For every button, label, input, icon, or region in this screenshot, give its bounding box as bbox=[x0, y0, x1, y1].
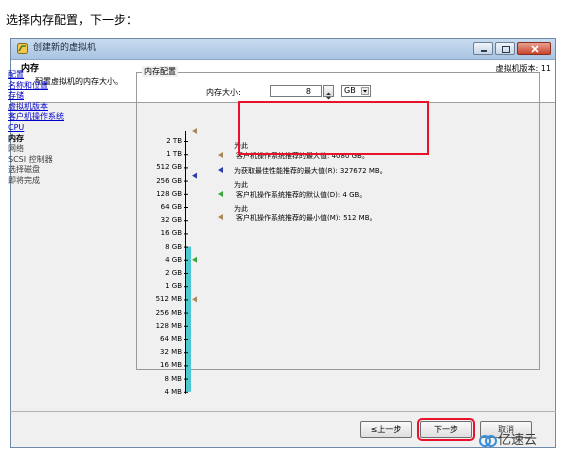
chevron-down-icon bbox=[361, 87, 369, 95]
close-button[interactable] bbox=[517, 42, 551, 55]
title-bar: 创建新的虚拟机 bbox=[11, 39, 555, 60]
maximize-button[interactable] bbox=[495, 42, 515, 55]
watermark-text: 亿速云 bbox=[498, 433, 538, 448]
step-guest-os[interactable]: 客户机操作系统 bbox=[8, 112, 128, 123]
window-title: 创建新的虚拟机 bbox=[33, 43, 97, 53]
scale-label: 1 TB bbox=[166, 150, 182, 159]
maximize-icon bbox=[502, 46, 510, 53]
scale-label: 64 GB bbox=[160, 203, 182, 211]
scale-label: 2 TB bbox=[166, 137, 182, 145]
close-icon bbox=[531, 45, 539, 53]
scale-label: 256 MB bbox=[155, 308, 182, 317]
step-config[interactable]: 配置 bbox=[8, 70, 128, 81]
minimize-icon bbox=[481, 50, 487, 52]
instruction-caption: 选择内存配置，下一步： bbox=[6, 13, 139, 27]
scale-label: 2 GB bbox=[165, 269, 182, 277]
scale-label: 512 GB bbox=[156, 163, 182, 172]
step-vm-version[interactable]: 虚拟机版本 bbox=[8, 102, 128, 113]
back-button[interactable]: ≤上一步 bbox=[360, 421, 412, 438]
scale-label: 32 GB bbox=[160, 216, 182, 225]
memory-unit-value: GB bbox=[344, 86, 356, 95]
min-line1: 为此 bbox=[234, 205, 248, 213]
step-memory: 内存 bbox=[8, 133, 24, 143]
scale-label: 4 GB bbox=[165, 255, 182, 264]
step-cpu[interactable]: CPU bbox=[8, 123, 128, 134]
step-storage[interactable]: 存储 bbox=[8, 91, 128, 102]
next-button[interactable]: 下一步 bbox=[417, 418, 475, 441]
step-select-disk: 选择磁盘 bbox=[8, 165, 40, 175]
step-scsi-controller: SCSI 控制器 bbox=[8, 154, 53, 164]
step-name-location[interactable]: 名称和位置 bbox=[8, 81, 128, 92]
scale-label: 8 GB bbox=[165, 242, 182, 251]
step-network: 网络 bbox=[8, 144, 24, 154]
max-performance-info: 为获取最佳性能推荐的最大值(R): 327672 MB。 bbox=[234, 167, 387, 175]
scale-label: 512 MB bbox=[155, 295, 182, 304]
scale-label: 32 MB bbox=[160, 348, 182, 357]
scale-label: 1 GB bbox=[165, 282, 182, 291]
min-line2: 客户机操作系统推荐的最小值(M): 512 MB。 bbox=[236, 214, 377, 222]
scale-label: 16 MB bbox=[160, 361, 182, 370]
watermark: 亿速云 bbox=[478, 432, 558, 450]
spinner-arrows-icon bbox=[326, 92, 331, 100]
scale-label: 128 MB bbox=[155, 321, 182, 330]
highlight-box bbox=[238, 101, 429, 155]
memory-size-label: 内存大小: bbox=[206, 88, 241, 97]
scale-label: 8 MB bbox=[164, 374, 182, 383]
memory-config-group-title: 内存配置 bbox=[142, 66, 178, 77]
scale-label: 64 MB bbox=[160, 335, 182, 343]
scale-label: 128 GB bbox=[156, 189, 182, 198]
memory-size-input[interactable] bbox=[270, 85, 322, 97]
wizard-steps-nav: 配置 名称和位置 存储 虚拟机版本 客户机操作系统 CPU 内存 网络 SCSI… bbox=[8, 70, 128, 187]
cloud-logo-icon bbox=[479, 435, 497, 447]
scale-label: 256 GB bbox=[156, 176, 182, 185]
memory-size-spinner[interactable] bbox=[323, 85, 334, 100]
default-line1: 为此 bbox=[234, 181, 248, 189]
default-line2: 客户机操作系统推荐的默认值(D): 4 GB。 bbox=[236, 191, 367, 199]
scale-label: 16 GB bbox=[160, 229, 182, 238]
step-ready-to-complete: 即将完成 bbox=[8, 175, 40, 185]
bottom-divider bbox=[10, 411, 556, 412]
vm-app-icon bbox=[17, 43, 28, 54]
minimize-button[interactable] bbox=[473, 42, 493, 55]
memory-unit-select[interactable]: GB bbox=[341, 85, 371, 97]
scale-label: 4 MB bbox=[164, 387, 182, 396]
